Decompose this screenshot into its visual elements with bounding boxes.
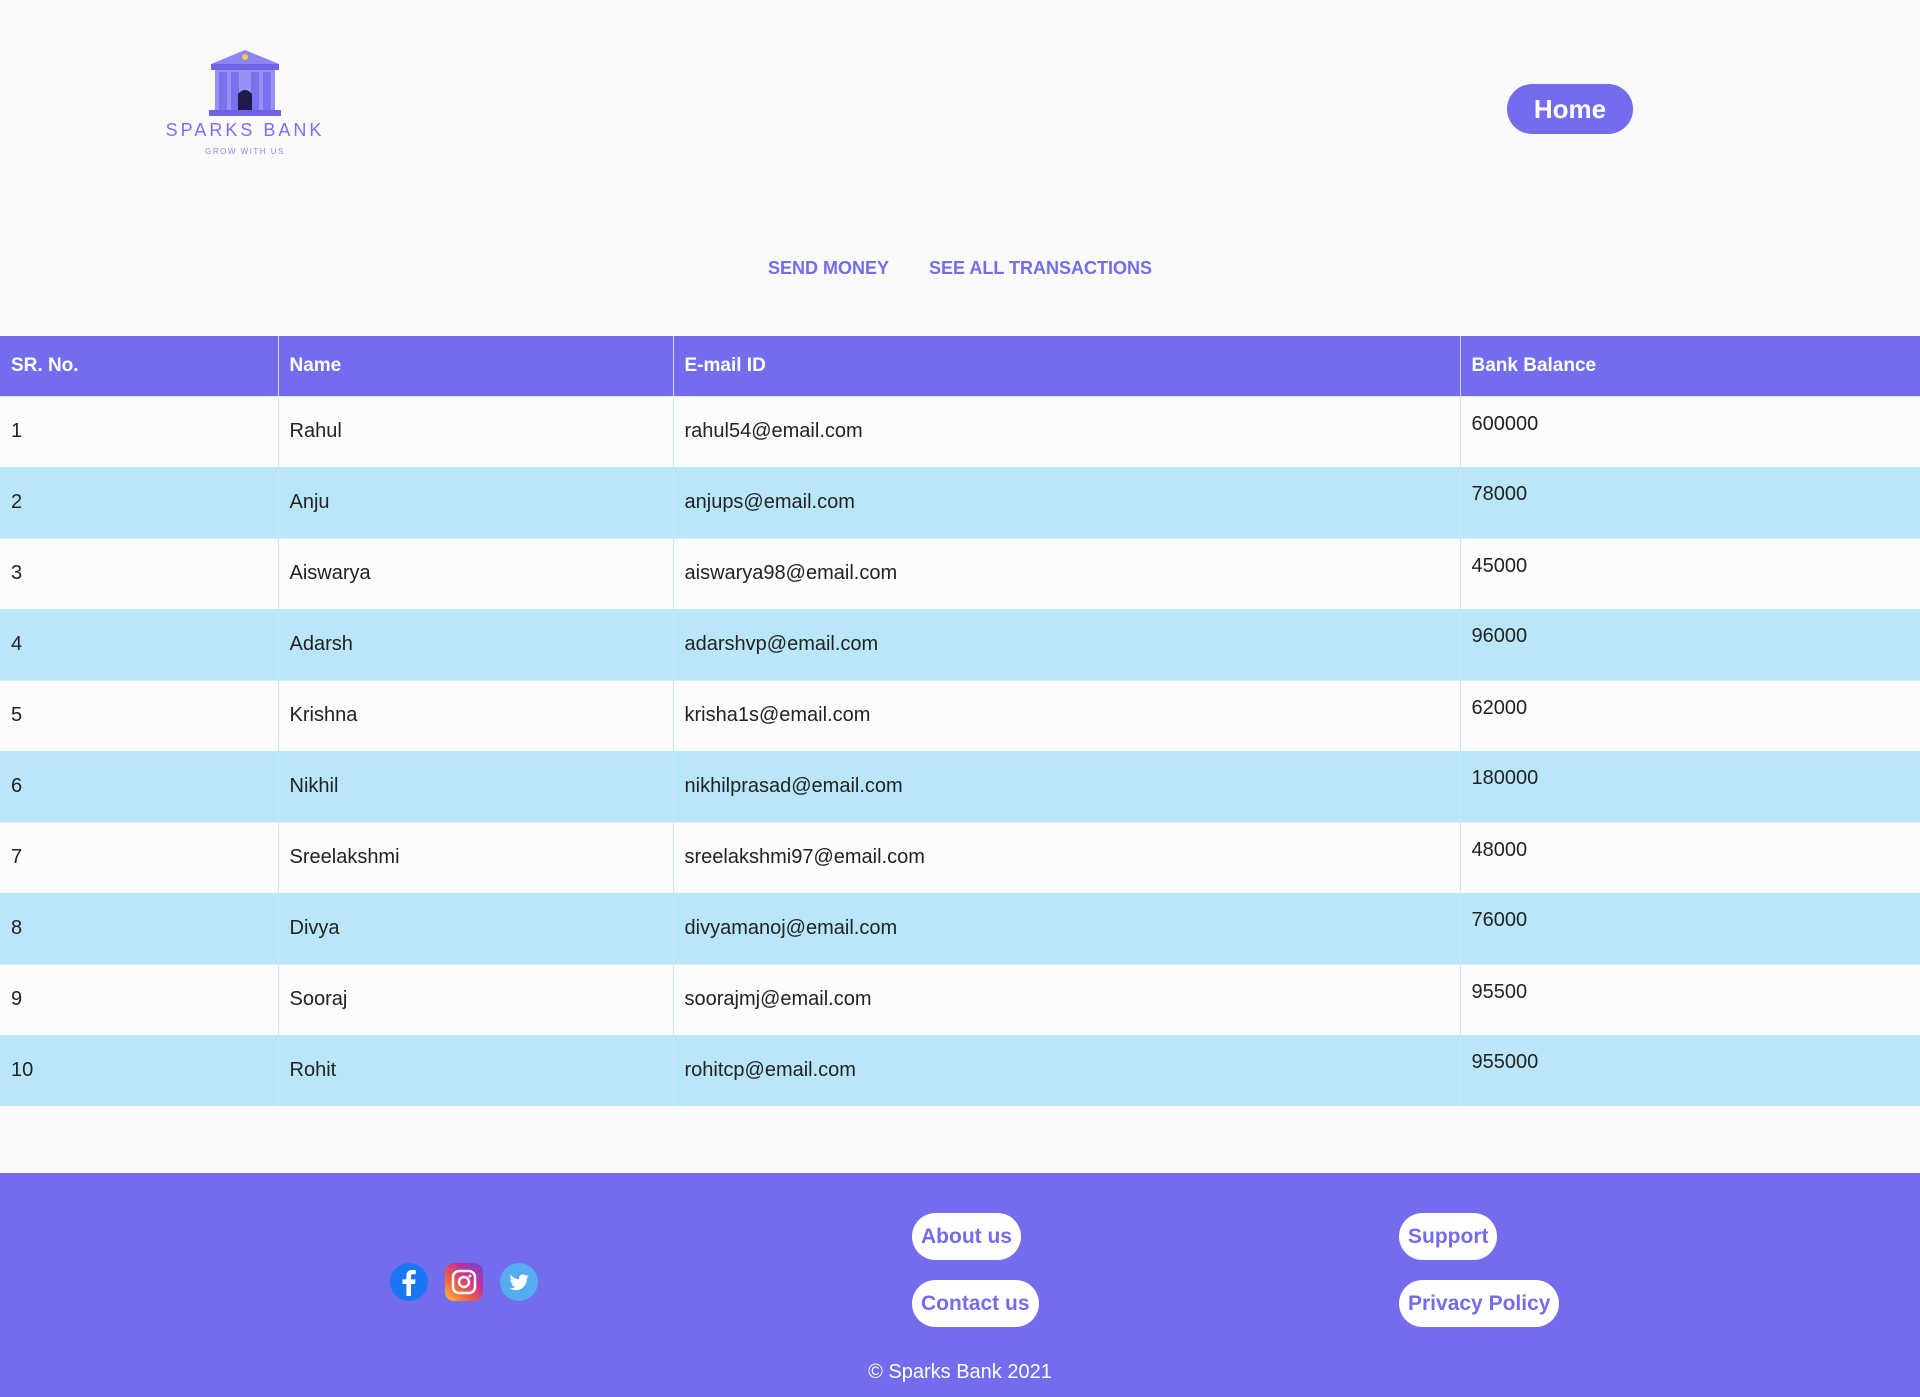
privacy-policy-button[interactable]: Privacy Policy (1399, 1280, 1560, 1327)
header-email: E-mail ID (673, 336, 1461, 396)
cell-email: sreelakshmi97@email.com (673, 821, 1461, 893)
cell-sr-no: 10 (0, 1035, 279, 1106)
cell-email: rahul54@email.com (673, 395, 1461, 467)
cell-sr-no: 3 (0, 537, 279, 609)
cell-sr-no: 1 (0, 395, 279, 467)
cell-balance: 95500 (1460, 963, 1920, 1035)
table-row: 7 Sreelakshmi sreelakshmi97@email.com 48… (0, 821, 1920, 893)
cell-sr-no: 9 (0, 963, 279, 1035)
table-row: 2 Anju anjups@email.com 78000 (0, 467, 1920, 538)
table-header-row: SR. No. Name E-mail ID Bank Balance (0, 336, 1920, 396)
cell-email: adarshvp@email.com (673, 609, 1461, 680)
cell-name: Anju (278, 467, 674, 538)
header-name: Name (278, 336, 674, 396)
cell-sr-no: 4 (0, 609, 279, 680)
cell-email: divyamanoj@email.com (673, 893, 1461, 964)
cell-sr-no: 2 (0, 467, 279, 538)
table-row: 3 Aiswarya aiswarya98@email.com 45000 (0, 537, 1920, 609)
cell-sr-no: 5 (0, 679, 279, 751)
table-row: 6 Nikhil nikhilprasad@email.com 180000 (0, 751, 1920, 822)
brand-name: SPARKS BANK (165, 120, 325, 140)
table-row: 8 Divya divyamanoj@email.com 76000 (0, 893, 1920, 964)
table-row: 1 Rahul rahul54@email.com 600000 (0, 395, 1920, 467)
cell-email: rohitcp@email.com (673, 1035, 1461, 1106)
cell-email: nikhilprasad@email.com (673, 751, 1461, 822)
cell-email: krisha1s@email.com (673, 679, 1461, 751)
customers-table: SR. No. Name E-mail ID Bank Balance 1 Ra… (0, 336, 1920, 1106)
cell-name: Rohit (278, 1035, 674, 1106)
brand-tagline: GROW WITH US (205, 147, 285, 156)
instagram-icon[interactable] (445, 1263, 483, 1301)
cell-name: Aiswarya (278, 537, 674, 609)
cell-balance: 48000 (1460, 821, 1920, 893)
copyright-text: © Sparks Bank 2021 (868, 1361, 1052, 1383)
send-money-link[interactable]: SEND MONEY (768, 258, 889, 279)
cell-balance: 180000 (1460, 751, 1920, 822)
facebook-icon[interactable] (390, 1263, 428, 1301)
cell-balance: 78000 (1460, 467, 1920, 538)
cell-name: Sreelakshmi (278, 821, 674, 893)
cell-name: Rahul (278, 395, 674, 467)
cell-email: anjups@email.com (673, 467, 1461, 538)
social-links (390, 1263, 538, 1301)
cell-balance: 45000 (1460, 537, 1920, 609)
cell-balance: 76000 (1460, 893, 1920, 964)
cell-balance: 96000 (1460, 609, 1920, 680)
cell-name: Sooraj (278, 963, 674, 1035)
cell-name: Divya (278, 893, 674, 964)
cell-sr-no: 6 (0, 751, 279, 822)
contact-us-button[interactable]: Contact us (912, 1280, 1039, 1327)
see-all-transactions-link[interactable]: SEE ALL TRANSACTIONS (929, 258, 1152, 279)
cell-balance: 955000 (1460, 1035, 1920, 1106)
about-us-button[interactable]: About us (912, 1213, 1021, 1260)
support-button[interactable]: Support (1399, 1213, 1498, 1260)
cell-sr-no: 7 (0, 821, 279, 893)
table-row: 10 Rohit rohitcp@email.com 955000 (0, 1035, 1920, 1106)
table-row: 4 Adarsh adarshvp@email.com 96000 (0, 609, 1920, 680)
cell-name: Krishna (278, 679, 674, 751)
home-button[interactable]: Home (1507, 84, 1633, 134)
header-sr-no: SR. No. (0, 336, 279, 396)
table-row: 9 Sooraj soorajmj@email.com 95500 (0, 963, 1920, 1035)
header-bank-balance: Bank Balance (1460, 336, 1920, 396)
cell-name: Nikhil (278, 751, 674, 822)
table-row: 5 Krishna krisha1s@email.com 62000 (0, 679, 1920, 751)
cell-email: soorajmj@email.com (673, 963, 1461, 1035)
cell-sr-no: 8 (0, 893, 279, 964)
cell-email: aiswarya98@email.com (673, 537, 1461, 609)
bank-building-icon (209, 50, 281, 116)
site-footer: About us Contact us Support Privacy Poli… (0, 1173, 1920, 1397)
cell-balance: 600000 (1460, 395, 1920, 467)
twitter-icon[interactable] (500, 1263, 538, 1301)
brand-logo: SPARKS BANK GROW WITH US (160, 46, 330, 156)
cell-name: Adarsh (278, 609, 674, 680)
cell-balance: 62000 (1460, 679, 1920, 751)
main-nav: SEND MONEY SEE ALL TRANSACTIONS (0, 258, 1920, 279)
